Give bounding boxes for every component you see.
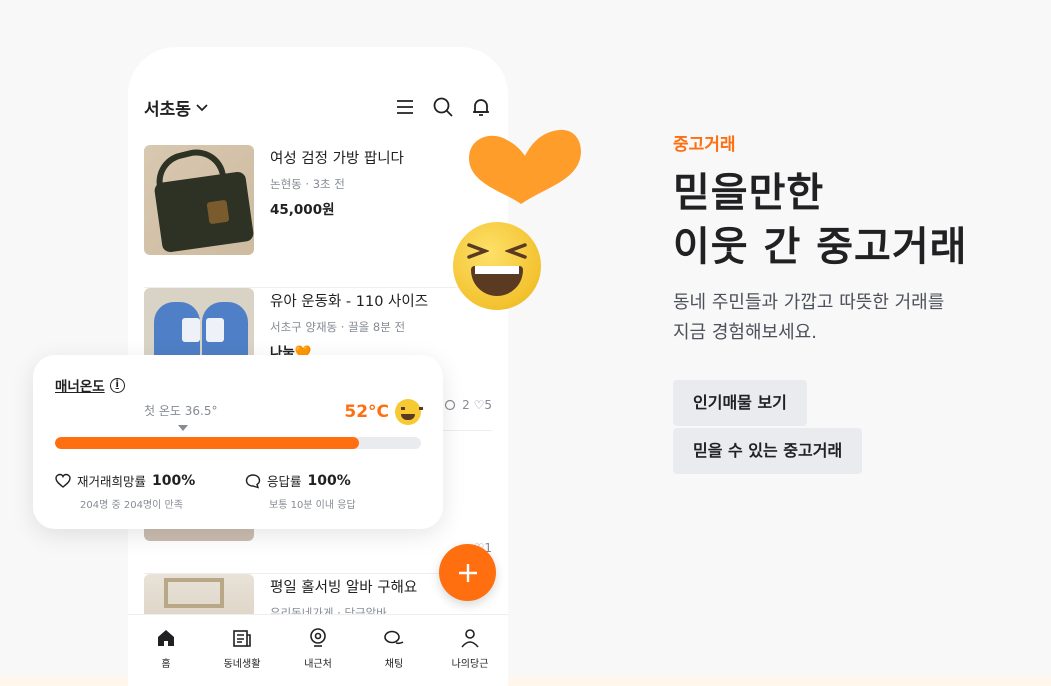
tab-my[interactable]: 나의당근 [432,615,508,686]
laughing-emoji-icon [395,399,423,425]
temperature-bar-fill [55,437,359,449]
listing-stats: 2 ♡5 [444,398,492,412]
listing-stats-text: 2 ♡5 [462,398,492,412]
list-item[interactable]: 여성 검정 가방 팝니다 논현동 · 3초 전 45,000원 [144,145,492,288]
location-selector[interactable]: 서초동 [144,95,209,120]
response-sub: 보통 10분 이내 응답 [269,500,356,511]
bottom-tab-bar: 홈 동네생활 내근처 채팅 나의당근 [128,614,508,686]
description-line-2: 지금 경험해보세요. [673,322,817,343]
temperature-text: 52°C [344,402,389,422]
tab-label: 채팅 [384,659,404,670]
temperature-bar [55,437,421,449]
listing-title: 여성 검정 가방 팝니다 [270,151,404,167]
listing-title: 유아 운동화 - 110 사이즈 [270,294,429,310]
laughing-emoji-icon [453,222,541,310]
heart-icon [469,129,581,204]
chat-bubble-icon [245,473,261,489]
tab-chat[interactable]: 채팅 [356,615,432,686]
location-pin-icon [310,628,326,647]
headline-line-1: 믿을만한 [673,170,825,216]
popular-listings-button[interactable]: 인기매물 보기 [673,380,807,426]
tab-label: 내근처 [304,659,332,670]
bell-icon[interactable] [470,96,492,118]
tab-home[interactable]: 홈 [128,615,204,686]
rehire-value: 100% [152,472,196,489]
listing-meta: 논현동 · 3초 전 [270,177,345,191]
chat-icon [445,399,456,411]
info-icon[interactable]: i [109,377,125,393]
heart-outline-icon [55,473,71,488]
tab-label: 나의당근 [451,659,489,670]
listing-title: 평일 홀서빙 알바 구해요 [270,580,418,596]
response-metric: 응답률 100% [245,471,351,490]
app-top-bar: 서초동 [144,93,492,121]
tab-nearby[interactable]: 내근처 [280,615,356,686]
product-thumbnail [144,145,254,255]
plus-icon [458,563,477,582]
tab-label: 동네생활 [223,659,261,670]
response-label: 응답률 [267,474,302,489]
newspaper-icon [233,630,251,647]
section-eyebrow: 중고거래 [673,135,736,155]
trusted-trade-button[interactable]: 믿을 수 있는 중고거래 [673,428,863,474]
tab-community[interactable]: 동네생활 [204,615,280,686]
listing-meta: 서초구 양재동 · 끌올 8분 전 [270,320,406,334]
hero-headline: 믿을만한 이웃 간 중고거래 [673,166,967,274]
rehire-label: 재거래희망률 [77,474,147,489]
hero-description: 동네 주민들과 가깝고 따뜻한 거래를 지금 경험해보세요. [673,288,944,348]
manner-title: 매너온도 i [55,375,125,395]
add-listing-button[interactable] [439,544,496,601]
rehire-sub: 204명 중 204명이 만족 [80,500,183,511]
home-icon [158,630,174,646]
manner-temperature-card: 매너온도 i 첫 온도 36.5° 52°C 재거래희망률 100% 204명 … [33,355,443,529]
listing-price: 45,000원 [270,202,335,218]
caret-down-icon [178,425,188,431]
person-icon [461,629,479,648]
description-line-1: 동네 주민들과 가깝고 따뜻한 거래를 [673,292,945,313]
manner-title-text: 매너온도 [55,379,105,395]
rehire-metric: 재거래희망률 100% [55,471,195,490]
temperature-value: 52°C [344,399,423,425]
chevron-down-icon [196,104,208,112]
tab-label: 홈 [161,659,171,670]
chat-bubbles-icon [384,630,404,645]
first-temperature-label: 첫 온도 36.5° [144,404,218,418]
menu-icon[interactable] [394,96,416,118]
response-value: 100% [307,472,351,489]
search-icon[interactable] [432,96,454,118]
location-label: 서초동 [144,99,191,120]
headline-line-2: 이웃 간 중고거래 [673,224,968,270]
